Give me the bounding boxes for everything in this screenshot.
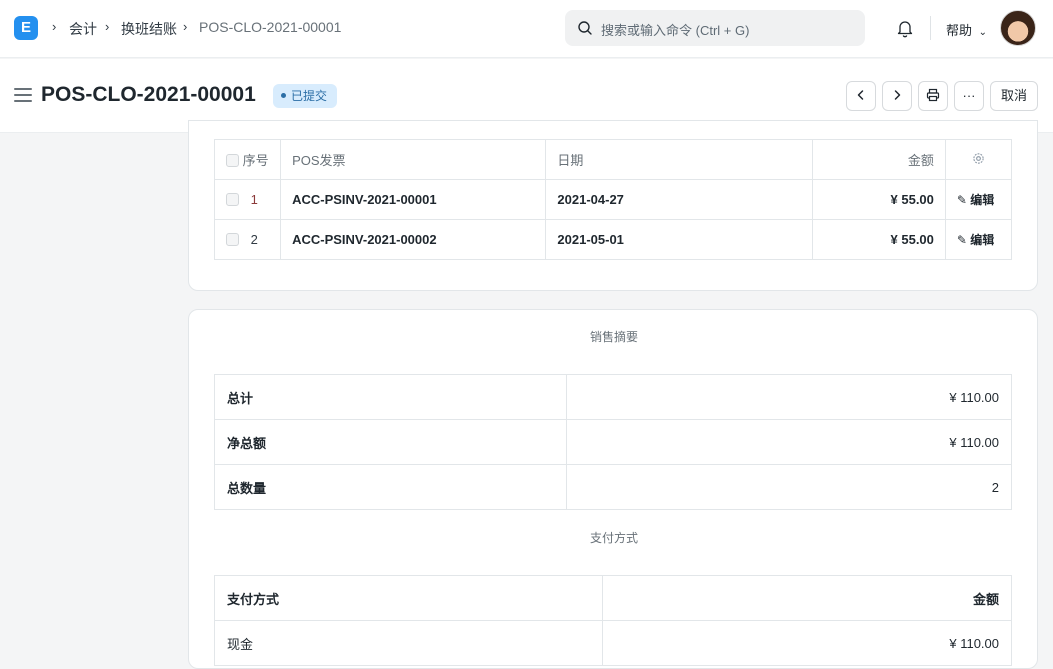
- edit-row-button[interactable]: ✎ 编辑: [944, 219, 1013, 260]
- payment-methods-heading: 支付方式: [589, 531, 638, 545]
- search-placeholder: 搜索或输入命令 (Ctrl + G): [601, 23, 750, 38]
- page-title: POS-CLO-2021-00001: [41, 83, 256, 106]
- column-header-index: 序号: [213, 139, 282, 180]
- column-header-amount: 金额: [811, 139, 946, 180]
- column-header-amount: 金额: [602, 575, 1012, 621]
- search-bar[interactable]: 搜索或输入命令 (Ctrl + G): [565, 10, 865, 46]
- edit-row-button[interactable]: ✎ 编辑: [944, 179, 1013, 220]
- print-button[interactable]: [918, 81, 948, 111]
- table-row[interactable]: 现金 ¥ 110.00: [214, 620, 1012, 666]
- gear-icon: [973, 152, 984, 164]
- column-header-invoice: POS发票: [280, 139, 547, 180]
- column-header-mode: 支付方式: [214, 575, 603, 621]
- date-cell[interactable]: 2021-05-01: [545, 219, 813, 260]
- row-checkbox[interactable]: [226, 233, 239, 246]
- payment-mode-cell[interactable]: 现金: [214, 620, 603, 666]
- amount-cell[interactable]: ¥ 55.00: [811, 219, 946, 260]
- invoice-cell[interactable]: ACC-PSINV-2021-00001: [280, 179, 547, 220]
- status-badge: 已提交: [273, 84, 338, 108]
- chevron-down-icon: ⌄: [978, 27, 988, 38]
- pos-invoices-table: 序号 POS发票 日期 金额 1 ACC-PSINV-2021-00001 20…: [213, 139, 1013, 260]
- more-actions-button[interactable]: ···: [954, 81, 984, 111]
- payment-methods-table: 支付方式 金额 现金 ¥ 110.00: [214, 575, 1012, 666]
- status-label: 已提交: [291, 89, 328, 103]
- next-doc-button[interactable]: [882, 81, 912, 111]
- summary-label: 净总额: [214, 419, 567, 465]
- chevron-right-icon: ›: [183, 19, 188, 34]
- summary-label: 总数量: [214, 464, 567, 510]
- row-checkbox[interactable]: [226, 193, 239, 206]
- table-row[interactable]: 2 ACC-PSINV-2021-00002 2021-05-01 ¥ 55.0…: [213, 219, 1013, 260]
- sidebar-toggle-icon[interactable]: [14, 88, 32, 102]
- notification-bell-icon[interactable]: [894, 17, 916, 39]
- chevron-left-icon: [857, 90, 864, 100]
- payment-amount-cell[interactable]: ¥ 110.00: [602, 620, 1012, 666]
- breadcrumb-current[interactable]: POS-CLO-2021-00001: [199, 19, 341, 35]
- user-avatar[interactable]: [1000, 10, 1036, 46]
- summary-value: ¥ 110.00: [566, 374, 1012, 420]
- row-index-cell: 1: [213, 179, 282, 220]
- summary-value: ¥ 110.00: [566, 419, 1012, 465]
- cancel-button[interactable]: 取消: [990, 81, 1038, 111]
- help-label: 帮助: [946, 23, 973, 38]
- amount-cell[interactable]: ¥ 55.00: [811, 179, 946, 220]
- printer-icon: [926, 88, 940, 102]
- app-logo[interactable]: E: [14, 16, 38, 40]
- date-cell[interactable]: 2021-04-27: [545, 179, 813, 220]
- pencil-icon: ✎: [956, 193, 967, 207]
- row-index: 2: [250, 232, 258, 247]
- sales-summary-table: 总计 ¥ 110.00 净总额 ¥ 110.00 总数量 2: [214, 374, 1012, 510]
- column-settings[interactable]: [944, 139, 1013, 180]
- edit-label: 编辑: [970, 193, 995, 207]
- table-row[interactable]: 1 ACC-PSINV-2021-00001 2021-04-27 ¥ 55.0…: [213, 179, 1013, 220]
- sales-summary-card: 销售摘要 总计 ¥ 110.00 净总额 ¥ 110.00 总数量 2 支付方式…: [188, 309, 1038, 669]
- previous-doc-button[interactable]: [846, 81, 876, 111]
- navbar: E › 会计 › 换班结账 › POS-CLO-2021-00001 搜索或输入…: [0, 0, 1053, 58]
- select-all-checkbox[interactable]: [226, 154, 239, 167]
- breadcrumb-pos-closing[interactable]: 换班结账: [121, 19, 177, 39]
- table-header-row: 序号 POS发票 日期 金额: [213, 139, 1013, 180]
- sales-summary-heading: 销售摘要: [589, 330, 638, 344]
- navbar-divider: [930, 16, 931, 40]
- header-label: 序号: [242, 153, 269, 168]
- summary-value: 2: [566, 464, 1012, 510]
- help-dropdown[interactable]: 帮助 ⌄: [946, 20, 987, 39]
- summary-row-total-quantity: 总数量 2: [214, 464, 1012, 510]
- edit-label: 编辑: [970, 233, 995, 247]
- pos-invoices-card: 序号 POS发票 日期 金额 1 ACC-PSINV-2021-00001 20…: [188, 120, 1038, 291]
- summary-row-grand-total: 总计 ¥ 110.00: [214, 374, 1012, 420]
- pencil-icon: ✎: [956, 233, 967, 247]
- summary-label: 总计: [214, 374, 567, 420]
- chevron-right-icon: ›: [105, 19, 110, 34]
- breadcrumb-accounting[interactable]: 会计: [69, 19, 97, 39]
- row-index: 1: [250, 192, 258, 207]
- search-icon: [578, 21, 592, 35]
- invoice-cell[interactable]: ACC-PSINV-2021-00002: [280, 219, 547, 260]
- summary-row-net-total: 净总额 ¥ 110.00: [214, 419, 1012, 465]
- row-index-cell: 2: [213, 219, 282, 260]
- payment-header-row: 支付方式 金额: [214, 575, 1012, 621]
- chevron-right-icon: ›: [52, 19, 57, 34]
- column-header-date: 日期: [545, 139, 813, 180]
- chevron-right-icon: [894, 90, 901, 100]
- status-dot-icon: [281, 93, 286, 98]
